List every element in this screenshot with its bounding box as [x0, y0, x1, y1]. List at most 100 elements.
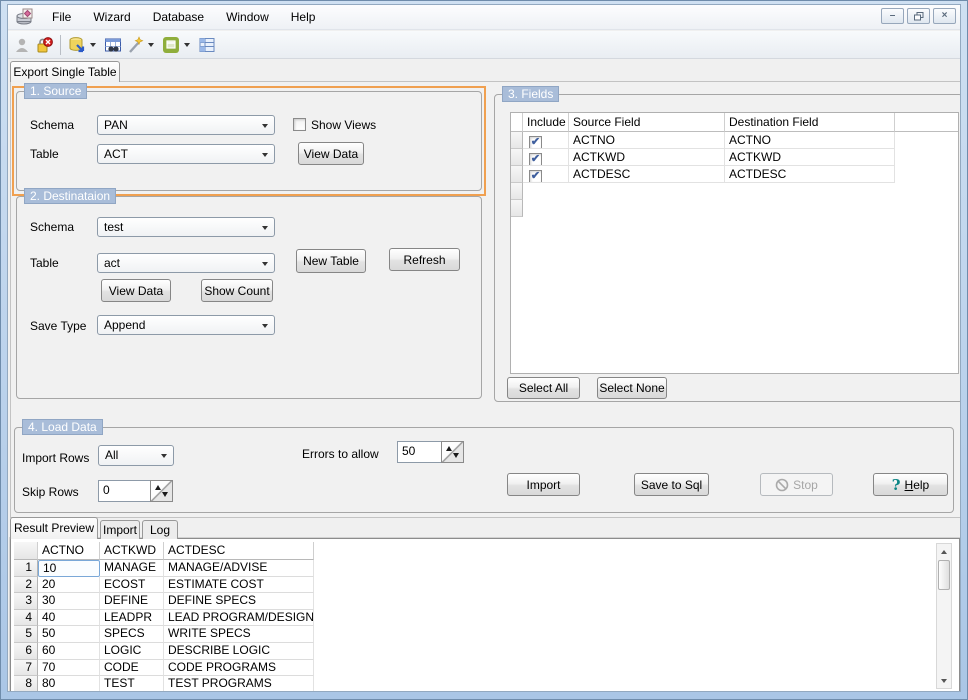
- cell-actkwd[interactable]: CODE: [100, 659, 164, 677]
- cell-actno[interactable]: 30: [38, 593, 100, 610]
- source-field-cell[interactable]: ACTNO: [569, 132, 725, 149]
- export-database-icon[interactable]: [66, 34, 88, 56]
- grid-list-icon[interactable]: [196, 34, 218, 56]
- errors-to-allow-input[interactable]: 50: [397, 441, 442, 463]
- cell-actkwd[interactable]: SPECS: [100, 626, 164, 643]
- tab-log[interactable]: Log: [142, 520, 178, 539]
- row-selector[interactable]: [511, 183, 523, 200]
- save-to-sql-button[interactable]: Save to Sql: [634, 473, 709, 496]
- destination-field-cell[interactable]: ACTDESC: [725, 166, 895, 183]
- cell-actdesc[interactable]: WRITE SPECS: [164, 626, 314, 643]
- row-selector[interactable]: [511, 200, 523, 217]
- dest-table-select[interactable]: act: [97, 253, 275, 273]
- row-number[interactable]: 8: [14, 676, 38, 691]
- select-all-button[interactable]: Select All: [507, 377, 580, 399]
- window-cascade-icon[interactable]: [160, 34, 182, 56]
- wizard-dropdown-icon[interactable]: [146, 34, 156, 56]
- cell-actno[interactable]: 10: [38, 560, 100, 577]
- import-button[interactable]: Import: [507, 473, 580, 496]
- row-number[interactable]: 4: [14, 609, 38, 627]
- checkbox-checked-icon: ✔: [530, 153, 541, 165]
- row-selector[interactable]: [511, 132, 523, 149]
- row-number[interactable]: 6: [14, 642, 38, 660]
- row-selector[interactable]: [511, 166, 523, 183]
- row-selector[interactable]: [511, 149, 523, 166]
- menu-window[interactable]: Window: [215, 7, 280, 27]
- row-number[interactable]: 1: [14, 560, 38, 577]
- cascade-dropdown-icon[interactable]: [182, 34, 192, 56]
- cell-actdesc[interactable]: CODE PROGRAMS: [164, 659, 314, 677]
- tab-import[interactable]: Import: [100, 520, 140, 539]
- minimize-button[interactable]: –: [881, 8, 904, 24]
- restore-icon: [913, 11, 923, 20]
- export-dropdown-icon[interactable]: [88, 34, 98, 56]
- include-checkbox[interactable]: ✔: [529, 169, 542, 182]
- wizard-wand-icon[interactable]: [124, 34, 146, 56]
- cell-actno[interactable]: 50: [38, 626, 100, 643]
- import-rows-select[interactable]: All: [98, 445, 174, 466]
- select-none-button[interactable]: Select None: [597, 377, 667, 399]
- cell-actdesc[interactable]: TEST PROGRAMS: [164, 676, 314, 691]
- view-table-icon[interactable]: [102, 34, 124, 56]
- scrollbar-thumb[interactable]: [938, 560, 950, 590]
- menu-bar: File Wizard Database Window Help – ×: [8, 5, 960, 30]
- cell-actkwd[interactable]: DEFINE: [100, 593, 164, 610]
- include-cell[interactable]: ✔: [523, 149, 569, 166]
- source-field-cell[interactable]: ACTKWD: [569, 149, 725, 166]
- dest-view-data-button[interactable]: View Data: [101, 279, 171, 302]
- user-icon[interactable]: [11, 34, 33, 56]
- cell-actno[interactable]: 60: [38, 642, 100, 660]
- skip-rows-input[interactable]: 0: [98, 480, 151, 502]
- menu-help[interactable]: Help: [280, 7, 327, 27]
- dest-schema-select[interactable]: test: [97, 217, 275, 237]
- row-number[interactable]: 2: [14, 576, 38, 594]
- cell-actkwd[interactable]: LOGIC: [100, 642, 164, 660]
- include-cell[interactable]: ✔: [523, 166, 569, 183]
- stop-button[interactable]: Stop: [760, 473, 833, 496]
- cell-actno[interactable]: 70: [38, 659, 100, 677]
- save-type-select[interactable]: Append: [97, 315, 275, 335]
- help-button[interactable]: ? Help: [873, 473, 948, 496]
- cell-actno[interactable]: 40: [38, 609, 100, 627]
- table-row: 6 60 LOGIC DESCRIBE LOGIC: [14, 642, 314, 660]
- tab-result-preview[interactable]: Result Preview: [10, 517, 98, 539]
- refresh-button[interactable]: Refresh: [389, 248, 460, 271]
- cell-actdesc[interactable]: MANAGE/ADVISE: [164, 560, 314, 577]
- skip-rows-stepper[interactable]: [150, 480, 173, 502]
- destination-field-cell[interactable]: ACTKWD: [725, 149, 895, 166]
- destination-field-cell[interactable]: ACTNO: [725, 132, 895, 149]
- scroll-up-icon[interactable]: [937, 544, 951, 559]
- cell-actkwd[interactable]: ECOST: [100, 576, 164, 594]
- include-checkbox[interactable]: ✔: [529, 152, 542, 165]
- table-row: 2 20 ECOST ESTIMATE COST: [14, 576, 314, 594]
- menu-file[interactable]: File: [41, 7, 82, 27]
- row-number[interactable]: 3: [14, 593, 38, 610]
- cell-actkwd[interactable]: TEST: [100, 676, 164, 691]
- include-cell[interactable]: ✔: [523, 132, 569, 149]
- tab-export-single-table[interactable]: Export Single Table: [10, 61, 120, 82]
- preview-grid: ACTNO ACTKWD ACTDESC 1 10 MANAGE MANAGE/…: [14, 542, 314, 691]
- menu-database[interactable]: Database: [142, 7, 215, 27]
- row-number[interactable]: 7: [14, 659, 38, 677]
- cell-actdesc[interactable]: LEAD PROGRAM/DESIGN: [164, 609, 314, 627]
- source-field-cell[interactable]: ACTDESC: [569, 166, 725, 183]
- cell-actkwd[interactable]: LEADPR: [100, 609, 164, 627]
- restore-button[interactable]: [907, 8, 930, 24]
- row-number[interactable]: 5: [14, 626, 38, 643]
- cell-actno[interactable]: 80: [38, 676, 100, 691]
- cell-actdesc[interactable]: DEFINE SPECS: [164, 593, 314, 610]
- help-label: Help: [904, 477, 930, 492]
- show-count-button[interactable]: Show Count: [201, 279, 273, 302]
- menu-wizard[interactable]: Wizard: [82, 7, 141, 27]
- new-table-button[interactable]: New Table: [296, 249, 366, 273]
- include-checkbox[interactable]: ✔: [529, 135, 542, 148]
- cell-actno[interactable]: 20: [38, 576, 100, 594]
- errors-to-allow-stepper[interactable]: [441, 441, 464, 463]
- cell-actdesc[interactable]: DESCRIBE LOGIC: [164, 642, 314, 660]
- vertical-scrollbar[interactable]: [936, 543, 952, 689]
- close-button[interactable]: ×: [933, 8, 956, 24]
- cell-actdesc[interactable]: ESTIMATE COST: [164, 576, 314, 594]
- disconnect-key-icon[interactable]: [33, 34, 55, 56]
- scroll-down-icon[interactable]: [937, 673, 951, 688]
- cell-actkwd[interactable]: MANAGE: [100, 560, 164, 577]
